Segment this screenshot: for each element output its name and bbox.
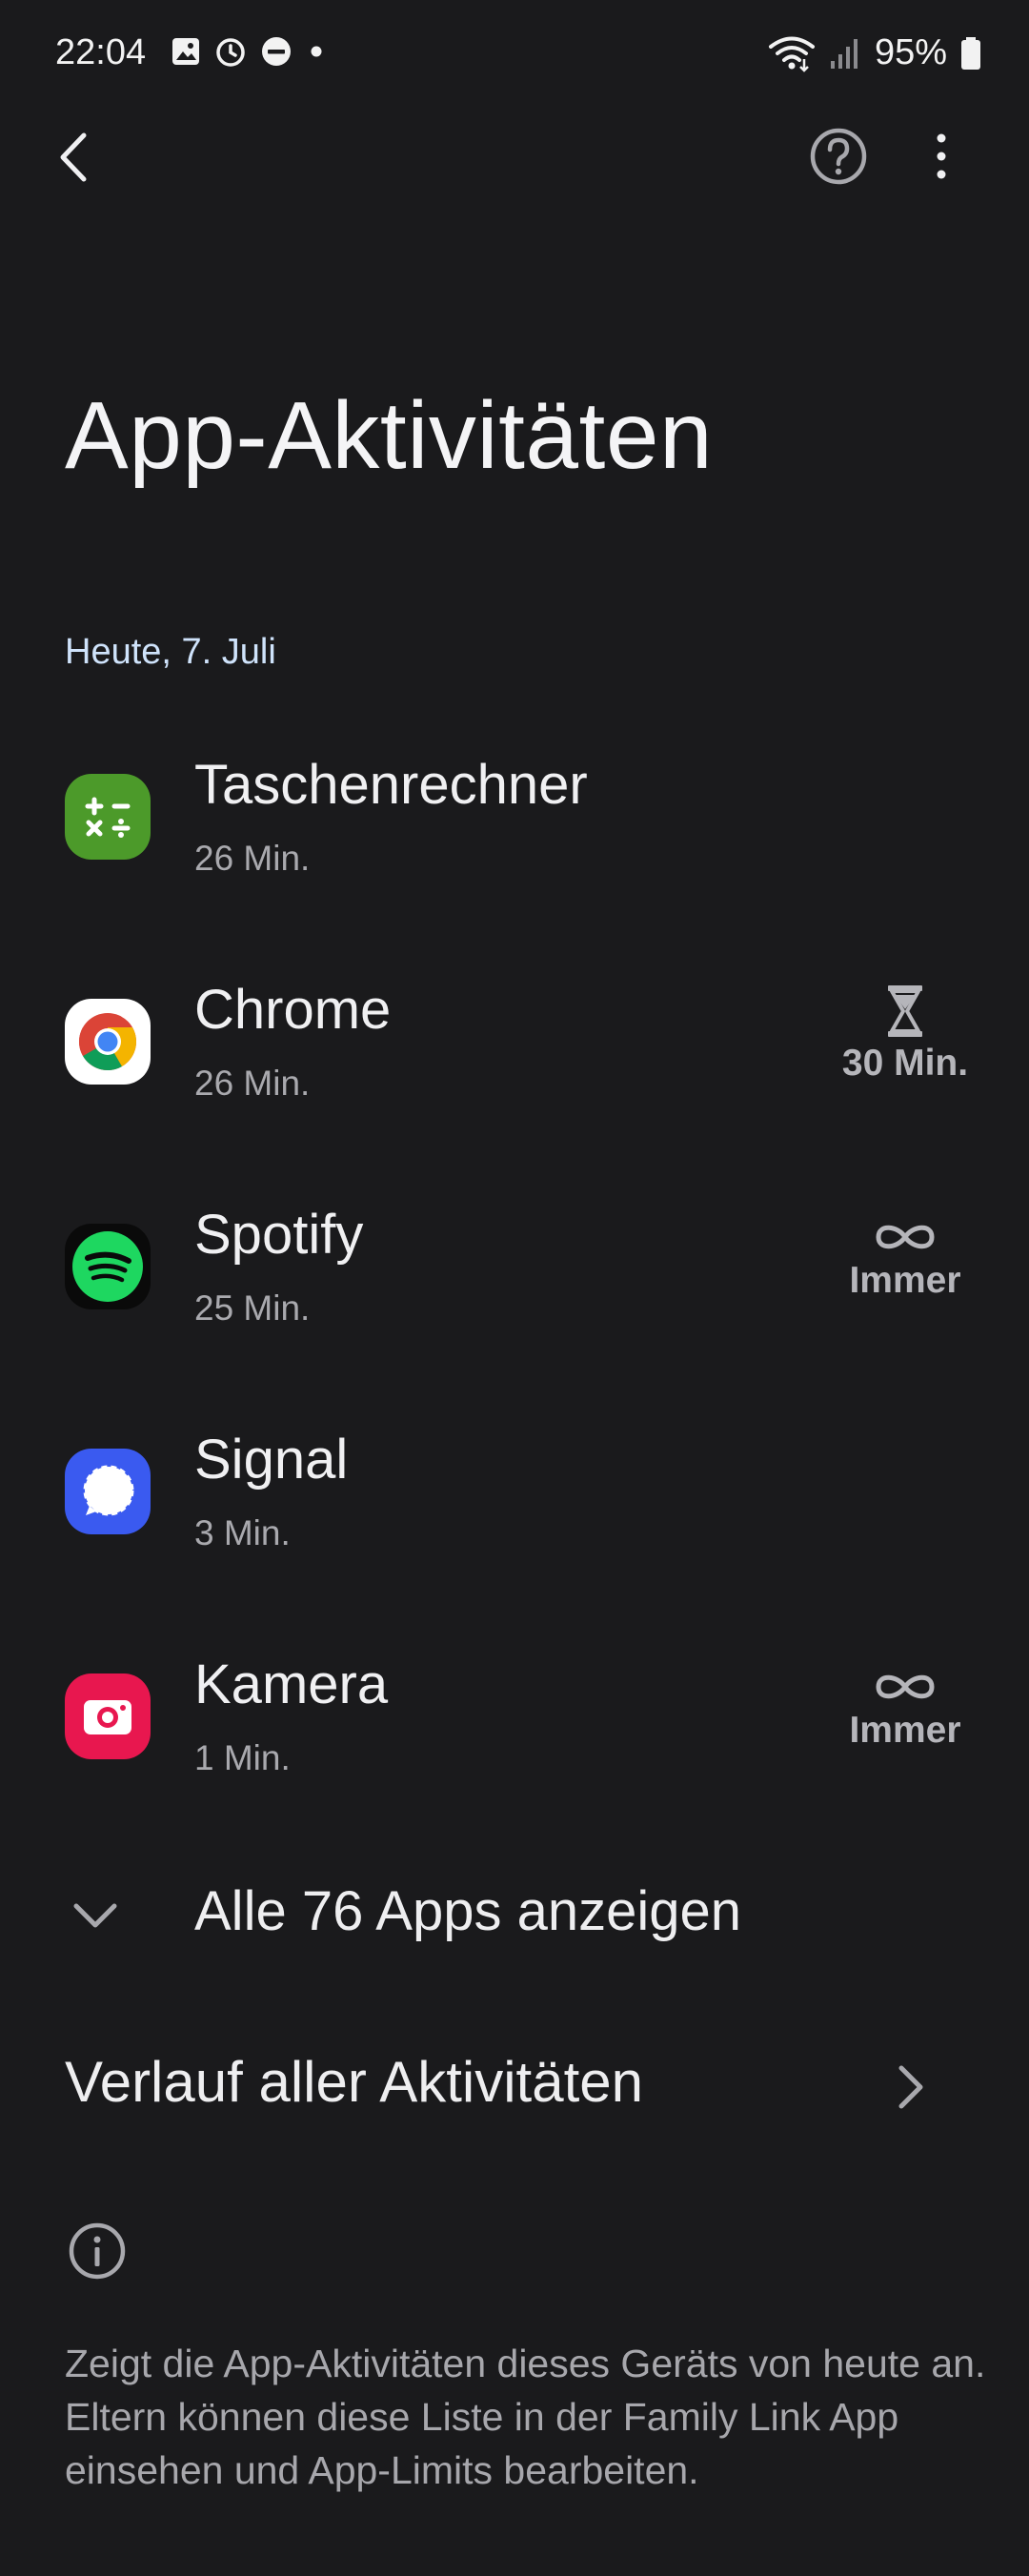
show-all-apps-label: Alle 76 Apps anzeigen <box>194 1880 741 1942</box>
app-row-taschenrechner[interactable]: Taschenrechner 26 Min. <box>0 724 1029 915</box>
app-timer-limit[interactable]: Immer <box>829 1668 981 1752</box>
app-usage-time: 3 Min. <box>194 1513 291 1552</box>
app-usage-time: 25 Min. <box>194 1288 311 1328</box>
chevron-right-icon <box>898 2065 923 2109</box>
activity-history-item[interactable]: Verlauf aller Aktivitäten <box>0 2030 1029 2144</box>
hourglass-icon <box>888 985 922 1037</box>
app-timer-limit[interactable]: 30 Min. <box>829 984 981 1085</box>
app-usage-time: 26 Min. <box>194 1064 311 1103</box>
notification-icons <box>170 34 328 69</box>
app-usage-time: 1 Min. <box>194 1738 291 1777</box>
app-row-spotify[interactable]: Spotify 25 Min. Immer <box>0 1174 1029 1365</box>
app-name: Taschenrechner <box>194 754 588 816</box>
limit-label: Immer <box>849 1710 961 1751</box>
app-row-signal[interactable]: Signal 3 Min. <box>0 1399 1029 1590</box>
activity-history-label: Verlauf aller Aktivitäten <box>65 2050 644 2114</box>
do-not-disturb-icon <box>262 37 291 66</box>
status-right: 95% <box>768 32 981 73</box>
app-name: Kamera <box>194 1653 389 1715</box>
signal-strength-icon <box>830 38 858 69</box>
app-name: Spotify <box>194 1204 364 1266</box>
app-name: Chrome <box>194 979 392 1041</box>
app-row-kamera[interactable]: Kamera 1 Min. Immer <box>0 1624 1029 1815</box>
app-usage-time: 26 Min. <box>194 839 311 878</box>
limit-label: Immer <box>849 1260 961 1301</box>
chrome-icon <box>65 999 151 1085</box>
alarm-icon <box>216 38 245 67</box>
help-circle-icon <box>810 128 867 185</box>
camera-icon <box>65 1673 151 1759</box>
info-description: Zeigt die App-Aktivitäten dieses Geräts … <box>65 2342 986 2492</box>
signal-icon <box>65 1449 151 1534</box>
page-title: App-Aktivitäten <box>65 382 714 489</box>
battery-percentage: 95% <box>874 32 947 72</box>
limit-label: 30 Min. <box>841 1043 969 1084</box>
infinity-icon <box>876 1225 935 1249</box>
wifi-icon <box>768 36 815 72</box>
status-time: 22:04 <box>55 32 147 72</box>
more-vert-icon <box>937 133 946 179</box>
info-icon <box>69 2222 126 2280</box>
infinity-icon <box>876 1674 935 1699</box>
battery-icon <box>961 36 980 70</box>
dot-icon <box>311 46 322 57</box>
help-button[interactable] <box>808 126 869 187</box>
app-name: Signal <box>194 1429 349 1491</box>
gallery-icon <box>172 38 199 65</box>
status-bar: 22:04 95% <box>0 0 1029 110</box>
back-button[interactable] <box>48 124 105 191</box>
app-row-chrome[interactable]: Chrome 26 Min. 30 Min. <box>0 949 1029 1140</box>
back-arrow-icon <box>60 132 87 182</box>
app-timer-limit[interactable]: Immer <box>829 1218 981 1302</box>
date-header: Heute, 7. Juli <box>65 632 276 672</box>
spotify-icon <box>65 1224 151 1309</box>
calculator-icon <box>65 774 151 860</box>
show-all-apps-button[interactable]: Alle 76 Apps anzeigen <box>0 1858 1029 1973</box>
more-options-button[interactable] <box>920 126 962 187</box>
chevron-down-icon <box>73 1903 117 1928</box>
